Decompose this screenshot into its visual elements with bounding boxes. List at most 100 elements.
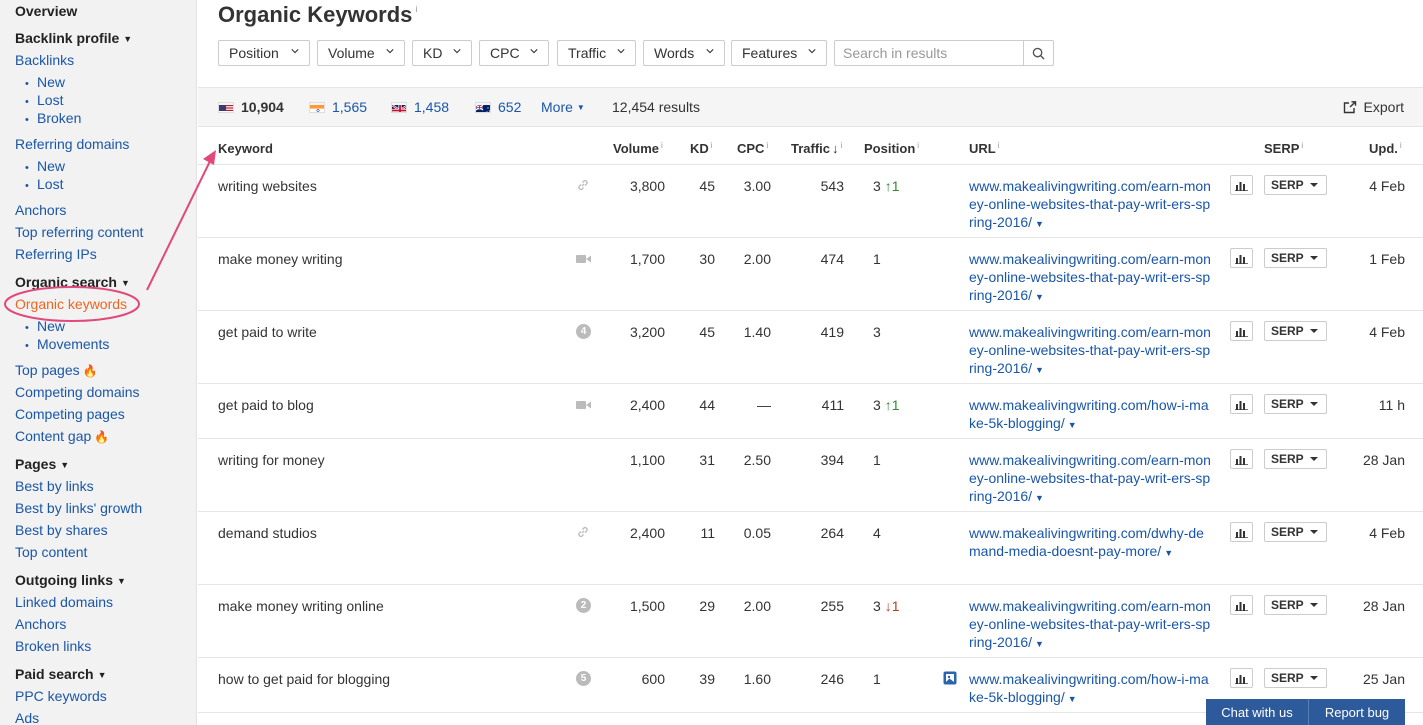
col-position[interactable]: Position i: [864, 141, 919, 156]
more-countries-dropdown[interactable]: More ▼: [541, 99, 585, 115]
serp-dropdown-button[interactable]: SERP: [1264, 321, 1327, 341]
keyword-cell[interactable]: make money writing online: [218, 597, 384, 615]
info-icon[interactable]: i: [415, 4, 417, 14]
sidebar-item-backlinks-new[interactable]: • New: [25, 73, 65, 93]
sidebar-item-linked-domains[interactable]: Linked domains: [15, 593, 113, 611]
keyword-cell[interactable]: how to get paid for blogging: [218, 670, 390, 688]
filter-position[interactable]: Position: [218, 40, 310, 66]
filter-traffic[interactable]: Traffic: [557, 40, 636, 66]
sidebar-item-best-by-links-growth[interactable]: Best by links' growth: [15, 499, 142, 517]
table-row[interactable]: demand studios 2,400 11 0.05 264 4 www.makeali…: [198, 512, 1423, 585]
country-in[interactable]: 1,565: [309, 99, 367, 115]
position-history-button[interactable]: [1230, 248, 1253, 268]
position-history-button[interactable]: [1230, 175, 1253, 195]
country-gb[interactable]: 1,458: [391, 99, 449, 115]
country-au[interactable]: 652: [475, 99, 521, 115]
chat-button[interactable]: Chat with us: [1206, 699, 1309, 725]
position-history-button[interactable]: [1230, 449, 1253, 469]
url-link[interactable]: www.makealivingwriting.com/earn-money-on…: [969, 177, 1214, 233]
sidebar-item-backlinks[interactable]: Backlinks: [15, 51, 74, 69]
position-history-button[interactable]: [1230, 522, 1253, 542]
url-dropdown-icon[interactable]: ▼: [1035, 365, 1044, 375]
search-button[interactable]: [1023, 41, 1053, 65]
col-cpc[interactable]: CPC i: [737, 141, 768, 156]
sidebar-section-organic-search[interactable]: Organic search ▼: [15, 273, 130, 292]
col-serp[interactable]: SERP i: [1264, 141, 1303, 156]
filter-kd[interactable]: KD: [412, 40, 472, 66]
sidebar-item-organic-keywords[interactable]: Organic keywords: [15, 295, 127, 313]
url-link[interactable]: www.makealivingwriting.com/dwhy-demand-m…: [969, 524, 1214, 562]
url-link[interactable]: www.makealivingwriting.com/how-i-make-5k…: [969, 396, 1214, 434]
url-link[interactable]: www.makealivingwriting.com/earn-money-on…: [969, 597, 1214, 653]
sidebar-section-paid-search[interactable]: Paid search ▼: [15, 665, 107, 684]
col-traffic[interactable]: Traffic ↓ i: [791, 141, 842, 156]
url-link[interactable]: www.makealivingwriting.com/how-i-make-5k…: [969, 670, 1214, 708]
url-dropdown-icon[interactable]: ▼: [1164, 548, 1173, 558]
keyword-cell[interactable]: make money writing: [218, 250, 343, 268]
position-history-button[interactable]: [1230, 668, 1253, 688]
sidebar-item-refdomains-lost[interactable]: • Lost: [25, 175, 63, 195]
keyword-cell[interactable]: get paid to blog: [218, 396, 314, 414]
url-dropdown-icon[interactable]: ▼: [1068, 694, 1077, 704]
sidebar-item-ppc-keywords[interactable]: PPC keywords: [15, 687, 107, 705]
sidebar-overview[interactable]: Overview: [15, 2, 77, 20]
url-link[interactable]: www.makealivingwriting.com/earn-money-on…: [969, 451, 1214, 507]
serp-dropdown-button[interactable]: SERP: [1264, 522, 1327, 542]
sidebar-item-top-referring-content[interactable]: Top referring content: [15, 223, 143, 241]
sidebar-item-organic-movements[interactable]: • Movements: [25, 335, 109, 355]
sidebar-item-best-by-links[interactable]: Best by links: [15, 477, 94, 495]
keyword-cell[interactable]: demand studios: [218, 524, 317, 542]
search-input[interactable]: [835, 41, 1025, 65]
keyword-cell[interactable]: writing websites: [218, 177, 317, 195]
table-row[interactable]: writing for money 1,100 31 2.50 394 1 www.make…: [198, 439, 1423, 512]
url-dropdown-icon[interactable]: ▼: [1035, 219, 1044, 229]
url-link[interactable]: www.makealivingwriting.com/earn-money-on…: [969, 323, 1214, 379]
serp-dropdown-button[interactable]: SERP: [1264, 248, 1327, 268]
table-row[interactable]: make money writing online 2 1,500 29 2.00 255…: [198, 585, 1423, 658]
sidebar-item-top-pages[interactable]: Top pages 🔥: [15, 361, 98, 380]
table-row[interactable]: get paid to blog 2,400 44 — 411 3 ↑1 www.makeal…: [198, 384, 1423, 439]
position-history-button[interactable]: [1230, 394, 1253, 414]
sidebar-section-pages[interactable]: Pages ▼: [15, 455, 69, 474]
report-bug-button[interactable]: Report bug: [1309, 699, 1405, 725]
sidebar-item-broken-links[interactable]: Broken links: [15, 637, 91, 655]
sidebar-item-best-by-shares[interactable]: Best by shares: [15, 521, 108, 539]
url-link[interactable]: www.makealivingwriting.com/earn-money-on…: [969, 250, 1214, 306]
serp-dropdown-button[interactable]: SERP: [1264, 175, 1327, 195]
filter-features[interactable]: Features: [731, 40, 827, 66]
url-dropdown-icon[interactable]: ▼: [1035, 493, 1044, 503]
sidebar-section-backlink-profile[interactable]: Backlink profile ▼: [15, 29, 132, 48]
sidebar-item-competing-pages[interactable]: Competing pages: [15, 405, 125, 423]
table-row[interactable]: get paid to write 4 3,200 45 1.40 419 3 www.mak…: [198, 311, 1423, 384]
serp-dropdown-button[interactable]: SERP: [1264, 394, 1327, 414]
keyword-cell[interactable]: writing for money: [218, 451, 325, 469]
sidebar-item-backlinks-lost[interactable]: • Lost: [25, 91, 63, 111]
sidebar-item-ads[interactable]: Ads: [15, 709, 39, 725]
sidebar-item-organic-new[interactable]: • New: [25, 317, 65, 337]
col-url[interactable]: URL i: [969, 141, 1000, 156]
position-history-button[interactable]: [1230, 321, 1253, 341]
serp-dropdown-button[interactable]: SERP: [1264, 595, 1327, 615]
sidebar-item-outgoing-anchors[interactable]: Anchors: [15, 615, 66, 633]
filter-cpc[interactable]: CPC: [479, 40, 549, 66]
url-dropdown-icon[interactable]: ▼: [1035, 292, 1044, 302]
table-row[interactable]: make money writing 1,700 30 2.00 474 1 www.mak…: [198, 238, 1423, 311]
sidebar-item-competing-domains[interactable]: Competing domains: [15, 383, 140, 401]
sidebar-section-outgoing-links[interactable]: Outgoing links ▼: [15, 571, 126, 590]
url-dropdown-icon[interactable]: ▼: [1035, 639, 1044, 649]
position-history-button[interactable]: [1230, 595, 1253, 615]
filter-volume[interactable]: Volume: [317, 40, 405, 66]
sidebar-item-anchors[interactable]: Anchors: [15, 201, 66, 219]
sidebar-item-referring-domains[interactable]: Referring domains: [15, 135, 129, 153]
export-button[interactable]: Export: [1343, 99, 1404, 115]
sidebar-item-content-gap[interactable]: Content gap 🔥: [15, 427, 109, 446]
sidebar-item-refdomains-new[interactable]: • New: [25, 157, 65, 177]
col-keyword[interactable]: Keyword: [218, 141, 273, 156]
serp-dropdown-button[interactable]: SERP: [1264, 449, 1327, 469]
col-volume[interactable]: Volume i: [613, 141, 663, 156]
col-updated[interactable]: Upd. i: [1369, 141, 1402, 156]
sidebar-item-backlinks-broken[interactable]: • Broken: [25, 109, 81, 129]
filter-words[interactable]: Words: [643, 40, 725, 66]
sidebar-item-referring-ips[interactable]: Referring IPs: [15, 245, 97, 263]
url-dropdown-icon[interactable]: ▼: [1068, 420, 1077, 430]
